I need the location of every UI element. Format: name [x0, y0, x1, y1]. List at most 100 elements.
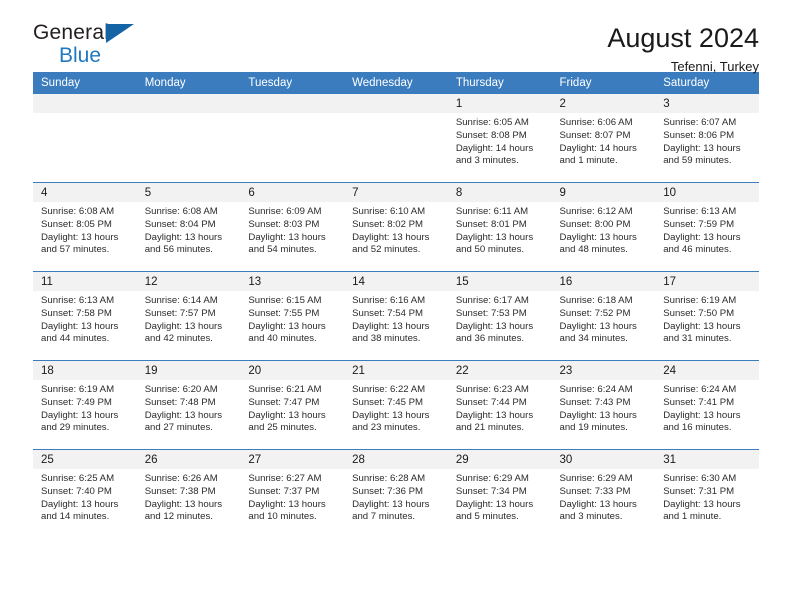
day-cell-inner: 5 Sunrise: 6:08 AM Sunset: 8:04 PM Daylight… — [136, 183, 241, 271]
sunrise-text: Sunrise: 6:26 AM — [144, 473, 218, 484]
calendar-day-cell[interactable]: 3 Sunrise: 6:07 AM Sunset: 8:06 PM Daylight… — [655, 94, 759, 183]
sunrise-text: Sunrise: 6:05 AM — [455, 117, 529, 128]
calendar-day-cell[interactable]: 29 Sunrise: 6:29 AM Sunset: 7:34 PM Dayligh… — [447, 449, 552, 538]
daylight-text: Daylight: 13 hours and 44 minutes. — [41, 320, 119, 345]
calendar-day-cell[interactable]: 21 Sunrise: 6:22 AM Sunset: 7:45 PM Dayligh… — [344, 360, 448, 450]
day-details: Sunrise: 6:05 AM Sunset: 8:08 PM Daylight:… — [448, 113, 552, 168]
calendar-day-cell[interactable]: 31 Sunrise: 6:30 AM Sunset: 7:31 PM Dayligh… — [655, 449, 759, 538]
sunrise-text: Sunrise: 6:06 AM — [559, 117, 633, 128]
day-cell-inner — [240, 94, 345, 182]
day-number — [240, 94, 345, 113]
sunset-text: Sunset: 7:53 PM — [455, 307, 527, 319]
day-details: Sunrise: 6:29 AM Sunset: 7:34 PM Daylight:… — [448, 469, 552, 524]
calendar-day-cell[interactable]: 30 Sunrise: 6:29 AM Sunset: 7:33 PM Dayligh… — [551, 449, 656, 538]
daylight-text: Daylight: 13 hours and 29 minutes. — [41, 409, 119, 434]
day-details: Sunrise: 6:16 AM Sunset: 7:54 PM Daylight:… — [344, 291, 448, 346]
sunrise-text: Sunrise: 6:10 AM — [352, 206, 426, 217]
sunset-text: Sunset: 7:43 PM — [559, 396, 631, 408]
sunrise-text: Sunrise: 6:24 AM — [663, 384, 737, 395]
daylight-text: Daylight: 13 hours and 31 minutes. — [663, 320, 741, 345]
day-cell-inner — [33, 94, 137, 182]
day-number: 27 — [240, 450, 345, 469]
daylight-text: Daylight: 13 hours and 59 minutes. — [663, 142, 741, 167]
day-cell-inner: 19 Sunrise: 6:20 AM Sunset: 7:48 PM Dayligh… — [136, 361, 241, 449]
calendar-day-cell[interactable]: 6 Sunrise: 6:09 AM Sunset: 8:03 PM Daylight… — [240, 182, 345, 272]
daylight-text: Daylight: 13 hours and 56 minutes. — [144, 231, 223, 256]
calendar-day-cell[interactable]: 9 Sunrise: 6:12 AM Sunset: 8:00 PM Daylight… — [551, 182, 656, 272]
weekday-header-tuesday: Tuesday — [240, 72, 345, 94]
calendar-week-row: 18 Sunrise: 6:19 AM Sunset: 7:49 PM Dayligh… — [33, 360, 759, 450]
sunrise-text: Sunrise: 6:12 AM — [559, 206, 633, 217]
calendar-day-cell[interactable]: 5 Sunrise: 6:08 AM Sunset: 8:04 PM Daylight… — [136, 182, 241, 272]
day-cell-inner: 15 Sunrise: 6:17 AM Sunset: 7:53 PM Dayligh… — [447, 272, 552, 360]
weekday-header-thursday: Thursday — [447, 72, 552, 94]
calendar-day-cell[interactable]: 24 Sunrise: 6:24 AM Sunset: 7:41 PM Dayligh… — [655, 360, 759, 450]
day-details: Sunrise: 6:18 AM Sunset: 7:52 PM Daylight:… — [552, 291, 656, 346]
calendar-day-cell[interactable]: 7 Sunrise: 6:10 AM Sunset: 8:02 PM Daylight… — [344, 182, 448, 272]
sunset-text: Sunset: 7:31 PM — [663, 485, 735, 497]
sunset-text: Sunset: 7:52 PM — [559, 307, 631, 319]
calendar-day-cell[interactable]: 11 Sunrise: 6:13 AM Sunset: 7:58 PM Dayligh… — [33, 271, 137, 361]
calendar-day-cell[interactable]: 22 Sunrise: 6:23 AM Sunset: 7:44 PM Dayligh… — [447, 360, 552, 450]
calendar-day-cell — [136, 94, 241, 183]
day-number: 18 — [33, 361, 137, 380]
day-details: Sunrise: 6:29 AM Sunset: 7:33 PM Daylight:… — [552, 469, 656, 524]
day-number: 29 — [447, 450, 552, 469]
daylight-text: Daylight: 14 hours and 3 minutes. — [455, 142, 534, 167]
sunrise-text: Sunrise: 6:28 AM — [352, 473, 426, 484]
calendar-day-cell[interactable]: 12 Sunrise: 6:14 AM Sunset: 7:57 PM Dayligh… — [136, 271, 241, 361]
sunrise-text: Sunrise: 6:18 AM — [559, 295, 633, 306]
calendar-day-cell[interactable]: 27 Sunrise: 6:27 AM Sunset: 7:37 PM Dayligh… — [240, 449, 345, 538]
day-number: 13 — [240, 272, 345, 291]
sunset-text: Sunset: 7:38 PM — [144, 485, 216, 497]
day-cell-inner: 9 Sunrise: 6:12 AM Sunset: 8:00 PM Daylight… — [551, 183, 656, 271]
daylight-text: Daylight: 13 hours and 14 minutes. — [41, 498, 119, 523]
calendar-day-cell[interactable]: 13 Sunrise: 6:15 AM Sunset: 7:55 PM Dayligh… — [240, 271, 345, 361]
calendar-day-cell[interactable]: 2 Sunrise: 6:06 AM Sunset: 8:07 PM Daylight… — [551, 94, 656, 183]
sunset-text: Sunset: 7:45 PM — [352, 396, 424, 408]
sunrise-text: Sunrise: 6:07 AM — [663, 117, 737, 128]
calendar-day-cell[interactable]: 4 Sunrise: 6:08 AM Sunset: 8:05 PM Daylight… — [33, 182, 137, 272]
sunset-text: Sunset: 8:06 PM — [663, 129, 735, 141]
calendar-day-cell[interactable]: 26 Sunrise: 6:26 AM Sunset: 7:38 PM Dayligh… — [136, 449, 241, 538]
calendar-day-cell[interactable]: 28 Sunrise: 6:28 AM Sunset: 7:36 PM Dayligh… — [344, 449, 448, 538]
calendar-day-cell[interactable]: 18 Sunrise: 6:19 AM Sunset: 7:49 PM Dayligh… — [33, 360, 137, 450]
day-number — [136, 94, 241, 113]
calendar-day-cell[interactable]: 15 Sunrise: 6:17 AM Sunset: 7:53 PM Dayligh… — [447, 271, 552, 361]
calendar-day-cell[interactable]: 20 Sunrise: 6:21 AM Sunset: 7:47 PM Dayligh… — [240, 360, 345, 450]
day-cell-inner: 22 Sunrise: 6:23 AM Sunset: 7:44 PM Dayligh… — [447, 361, 552, 449]
sunset-text: Sunset: 7:58 PM — [41, 307, 112, 319]
page-header: General Blue August 2024 Tefenni, Turkey — [33, 0, 759, 75]
calendar-page: General Blue August 2024 Tefenni, Turkey… — [0, 0, 792, 612]
sunrise-text: Sunrise: 6:24 AM — [559, 384, 633, 395]
calendar-week-row: 25 Sunrise: 6:25 AM Sunset: 7:40 PM Dayligh… — [33, 449, 759, 538]
calendar-day-cell[interactable]: 25 Sunrise: 6:25 AM Sunset: 7:40 PM Dayligh… — [33, 449, 137, 538]
day-details: Sunrise: 6:10 AM Sunset: 8:02 PM Daylight:… — [344, 202, 448, 257]
daylight-text: Daylight: 13 hours and 19 minutes. — [559, 409, 637, 434]
calendar-day-cell[interactable]: 1 Sunrise: 6:05 AM Sunset: 8:08 PM Daylight… — [447, 94, 552, 183]
calendar-day-cell[interactable]: 17 Sunrise: 6:19 AM Sunset: 7:50 PM Dayligh… — [655, 271, 759, 361]
day-details: Sunrise: 6:28 AM Sunset: 7:36 PM Daylight:… — [344, 469, 448, 524]
day-number: 16 — [551, 272, 656, 291]
sunrise-text: Sunrise: 6:09 AM — [248, 206, 322, 217]
day-details: Sunrise: 6:23 AM Sunset: 7:44 PM Daylight:… — [448, 380, 552, 435]
calendar-day-cell[interactable]: 16 Sunrise: 6:18 AM Sunset: 7:52 PM Dayligh… — [551, 271, 656, 361]
calendar-day-cell[interactable]: 8 Sunrise: 6:11 AM Sunset: 8:01 PM Daylight… — [447, 182, 552, 272]
sunrise-text: Sunrise: 6:13 AM — [663, 206, 737, 217]
general-blue-logo[interactable]: General Blue — [33, 22, 153, 74]
day-cell-inner: 11 Sunrise: 6:13 AM Sunset: 7:58 PM Dayligh… — [33, 272, 137, 360]
sunrise-text: Sunrise: 6:19 AM — [663, 295, 737, 306]
sunset-text: Sunset: 8:00 PM — [559, 218, 631, 230]
calendar-day-cell — [240, 94, 345, 183]
day-number: 14 — [344, 272, 448, 291]
day-cell-inner: 1 Sunrise: 6:05 AM Sunset: 8:08 PM Daylight… — [447, 94, 552, 182]
sunset-text: Sunset: 8:01 PM — [455, 218, 527, 230]
calendar-day-cell[interactable]: 19 Sunrise: 6:20 AM Sunset: 7:48 PM Dayligh… — [136, 360, 241, 450]
calendar-day-cell[interactable]: 10 Sunrise: 6:13 AM Sunset: 7:59 PM Dayligh… — [655, 182, 759, 272]
calendar-day-cell[interactable]: 14 Sunrise: 6:16 AM Sunset: 7:54 PM Dayligh… — [344, 271, 448, 361]
sunset-text: Sunset: 7:47 PM — [248, 396, 320, 408]
day-cell-inner: 6 Sunrise: 6:09 AM Sunset: 8:03 PM Daylight… — [240, 183, 345, 271]
sunset-text: Sunset: 7:36 PM — [352, 485, 424, 497]
day-cell-inner: 7 Sunrise: 6:10 AM Sunset: 8:02 PM Daylight… — [344, 183, 448, 271]
calendar-day-cell[interactable]: 23 Sunrise: 6:24 AM Sunset: 7:43 PM Dayligh… — [551, 360, 656, 450]
